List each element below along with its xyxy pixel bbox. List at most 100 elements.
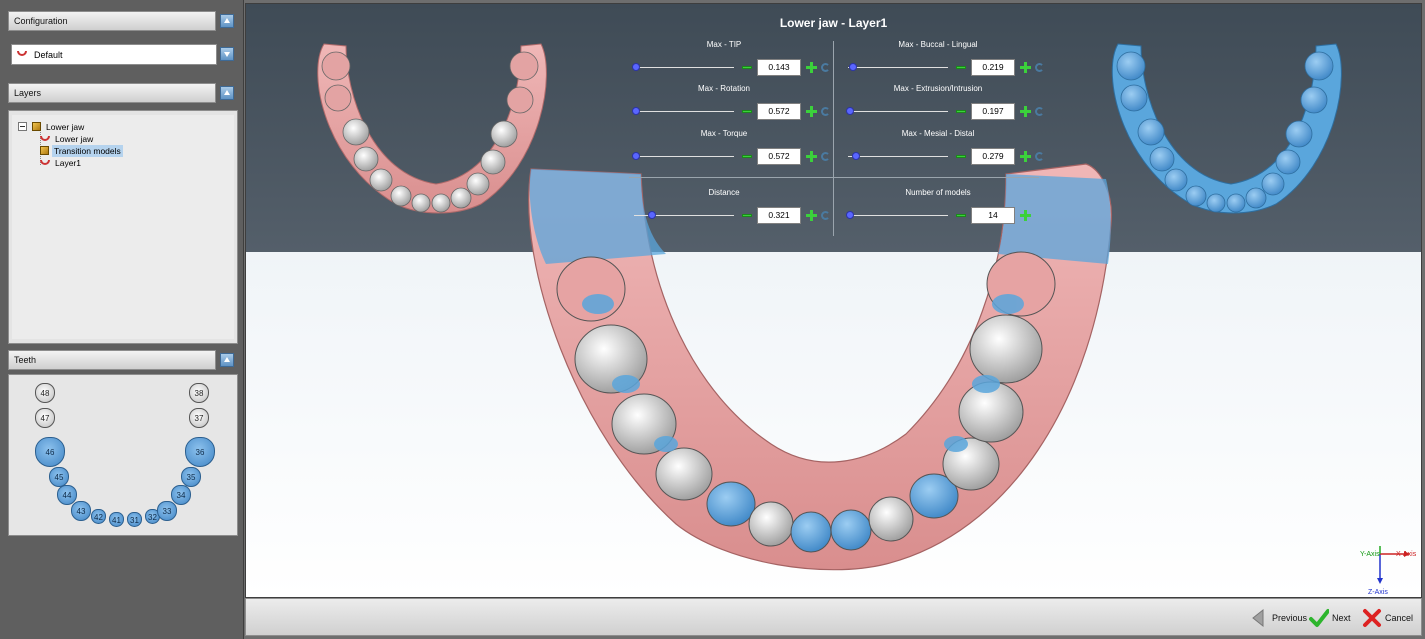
x-axis-label: X-Axis (1396, 551, 1417, 558)
decrease-button[interactable] (956, 155, 966, 158)
decrease-button[interactable] (956, 214, 966, 217)
configuration-select[interactable]: Default (11, 44, 217, 65)
value-input[interactable]: 14 (971, 207, 1015, 224)
tree-item-label: Lower jaw (55, 134, 94, 144)
slider-track[interactable] (632, 63, 734, 71)
increase-button[interactable] (1020, 106, 1031, 117)
teeth-chart: 48 47 46 45 44 43 42 41 31 32 33 34 35 36 37 38 (8, 374, 238, 536)
reset-icon[interactable] (1035, 63, 1044, 72)
reset-icon[interactable] (821, 107, 830, 116)
increase-button[interactable] (806, 151, 817, 162)
tree-item-label: Layer1 (55, 158, 81, 168)
configuration-header: Configuration (8, 11, 216, 31)
decrease-button[interactable] (956, 110, 966, 113)
tooth-34[interactable]: 34 (171, 485, 191, 505)
control-label: Max - TIP (706, 40, 742, 49)
increase-button[interactable] (806, 62, 817, 73)
increase-button[interactable] (1020, 62, 1031, 73)
increase-button[interactable] (1020, 210, 1031, 221)
tooth-46[interactable]: 46 (35, 437, 65, 467)
slider-thumb[interactable] (846, 211, 854, 219)
value-input[interactable]: 0.572 (757, 148, 801, 165)
configuration-value: Default (34, 50, 63, 60)
small-jaw-right (1111, 43, 1342, 214)
tree-item-label: Transition models (52, 145, 123, 157)
slider-thumb[interactable] (849, 63, 857, 71)
value-input[interactable]: 0.219 (971, 59, 1015, 76)
tooth-38[interactable]: 38 (189, 383, 209, 403)
tooth-48[interactable]: 48 (35, 383, 55, 403)
cancel-button[interactable]: Cancel (1362, 608, 1422, 628)
next-button[interactable]: Next (1309, 608, 1361, 628)
back-arrow-icon (1252, 608, 1264, 628)
slider-thumb[interactable] (632, 63, 640, 71)
slider-thumb[interactable] (852, 152, 860, 160)
jaw-models-render (317, 43, 1342, 571)
left-panel: Configuration Default Layers Lower jaw L… (0, 0, 244, 639)
slider-track[interactable] (634, 211, 734, 219)
increase-button[interactable] (806, 106, 817, 117)
slider-track[interactable] (632, 107, 734, 115)
slider-thumb[interactable] (846, 107, 854, 115)
teeth-collapse-button[interactable] (220, 353, 234, 367)
slider-track[interactable] (632, 152, 734, 160)
slider-thumb[interactable] (648, 211, 656, 219)
slider-track[interactable] (848, 63, 948, 71)
slider-thumb[interactable] (632, 107, 640, 115)
tooth-45[interactable]: 45 (49, 467, 69, 487)
next-label: Next (1332, 613, 1351, 623)
tree-expander-icon[interactable] (18, 122, 27, 131)
model-group-icon (40, 146, 49, 155)
layers-tree: Lower jaw Lower jaw Transition models La… (12, 115, 234, 339)
reset-icon[interactable] (821, 152, 830, 161)
value-input[interactable]: 0.572 (757, 103, 801, 120)
layers-panel: Lower jaw Lower jaw Transition models La… (8, 110, 238, 344)
control-label: Max - Torque (700, 129, 748, 138)
tooth-42[interactable]: 42 (91, 509, 106, 524)
decrease-button[interactable] (956, 66, 966, 69)
slider-track[interactable] (846, 211, 948, 219)
decrease-button[interactable] (742, 110, 752, 113)
slider-track[interactable] (846, 107, 948, 115)
tree-item-lower-jaw[interactable]: Lower jaw (40, 133, 95, 145)
tree-item-layer1[interactable]: Layer1 (40, 157, 83, 169)
controls-divider-vertical (833, 41, 834, 236)
tooth-43[interactable]: 43 (71, 501, 91, 521)
value-input[interactable]: 0.321 (757, 207, 801, 224)
reset-icon[interactable] (821, 211, 830, 220)
configuration-dropdown-button[interactable] (220, 47, 234, 61)
value-input[interactable]: 0.143 (757, 59, 801, 76)
increase-button[interactable] (806, 210, 817, 221)
reset-icon[interactable] (821, 63, 830, 72)
3d-viewport[interactable]: Lower jaw - Layer1 Max - TIP 0.143 Max - B… (245, 3, 1422, 598)
tooth-37[interactable]: 37 (189, 408, 209, 428)
slider-track[interactable] (848, 152, 948, 160)
control-label: Distance (708, 188, 740, 197)
view-title: Lower jaw - Layer1 (779, 16, 888, 30)
control-label: Number of models (905, 188, 971, 197)
tooth-36[interactable]: 36 (185, 437, 215, 467)
z-axis-label: Z-Axis (1368, 589, 1388, 596)
slider-thumb[interactable] (632, 152, 640, 160)
tooth-41[interactable]: 41 (109, 512, 124, 527)
layers-collapse-button[interactable] (220, 86, 234, 100)
decrease-button[interactable] (742, 66, 752, 69)
control-label: Max - Mesial - Distal (901, 129, 975, 138)
reset-icon[interactable] (1035, 152, 1044, 161)
large-jaw (528, 163, 1113, 571)
tooth-31[interactable]: 31 (127, 512, 142, 527)
value-input[interactable]: 0.279 (971, 148, 1015, 165)
decrease-button[interactable] (742, 214, 752, 217)
reset-icon[interactable] (1035, 107, 1044, 116)
axis-gizmo: Y-Axis X-Axis Z-Axis (1360, 546, 1417, 596)
tree-item-transition-models[interactable]: Transition models (40, 145, 123, 157)
tree-item-lower-jaw-group[interactable]: Lower jaw (32, 121, 86, 133)
increase-button[interactable] (1020, 151, 1031, 162)
value-input[interactable]: 0.197 (971, 103, 1015, 120)
configuration-collapse-button[interactable] (220, 14, 234, 28)
tooth-47[interactable]: 47 (35, 408, 55, 428)
control-label: Max - Buccal - Lingual (898, 40, 978, 49)
decrease-button[interactable] (742, 155, 752, 158)
tooth-33[interactable]: 33 (157, 501, 177, 521)
tooth-35[interactable]: 35 (181, 467, 201, 487)
